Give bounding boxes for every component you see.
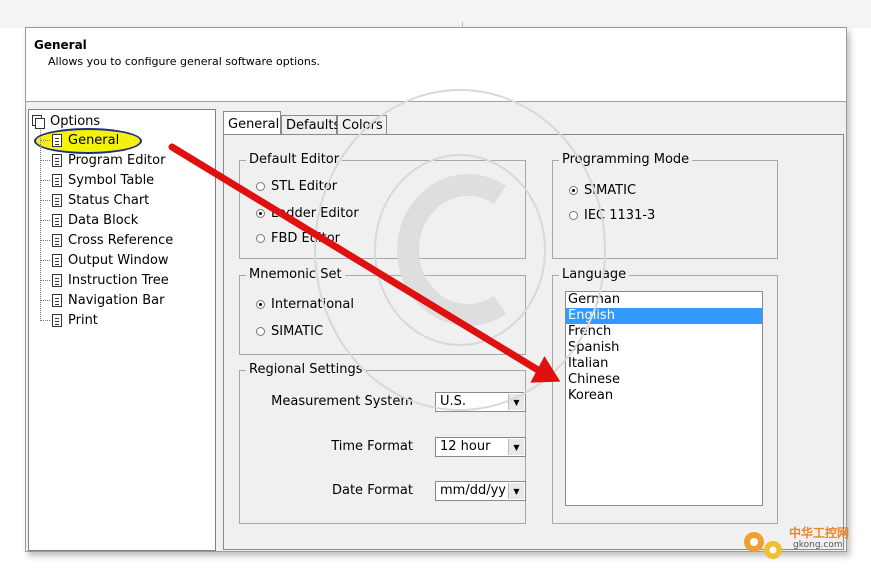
chevron-down-icon[interactable]: ▼	[508, 439, 524, 455]
radio-label: SIMATIC	[584, 183, 637, 198]
radio-label: International	[271, 297, 354, 312]
tree-item-label: Output Window	[68, 252, 169, 268]
tree-item-label: Symbol Table	[68, 172, 155, 188]
page-description: Allows you to configure general software…	[48, 55, 321, 68]
radio-indicator	[569, 211, 578, 220]
tree-root-label: Options	[50, 113, 101, 129]
time-format-select[interactable]: 12 hour ▼	[435, 437, 526, 457]
language-item-spanish[interactable]: Spanish	[566, 340, 762, 356]
tree-item-general[interactable]: General	[40, 131, 119, 149]
radio-label: FBD Editor	[271, 231, 341, 246]
select-value: 12 hour	[440, 439, 491, 454]
language-item-chinese[interactable]: Chinese	[566, 372, 762, 388]
language-group: Language German English French Spanish I…	[552, 267, 778, 524]
language-item-english[interactable]: English	[566, 308, 762, 324]
page-icon	[52, 273, 62, 287]
mnemonic-set-group: Mnemonic Set International SIMATIC	[239, 267, 526, 355]
radio-stl-editor[interactable]: STL Editor	[256, 179, 337, 194]
radio-international[interactable]: International	[256, 297, 354, 312]
radio-label: Ladder Editor	[271, 206, 359, 221]
radio-simatic-mode[interactable]: SIMATIC	[569, 183, 636, 198]
group-title: Programming Mode	[559, 152, 693, 167]
chevron-down-icon[interactable]: ▼	[508, 394, 524, 410]
page-title: General	[34, 38, 87, 52]
page-icon	[52, 313, 62, 327]
select-value: U.S.	[440, 394, 467, 409]
select-value: mm/dd/yy	[440, 483, 506, 498]
regional-settings-group: Regional Settings Measurement System U.S…	[239, 362, 526, 524]
group-title: Language	[559, 267, 630, 282]
language-listbox[interactable]: German English French Spanish Italian Ch…	[565, 291, 763, 506]
options-folder-icon	[32, 114, 46, 129]
radio-indicator	[256, 182, 265, 191]
dialog-header: General Allows you to configure general …	[26, 28, 846, 102]
language-item-korean[interactable]: Korean	[566, 388, 762, 404]
tree-item-label: General	[68, 132, 120, 148]
group-title: Mnemonic Set	[246, 267, 345, 282]
measurement-system-label: Measurement System	[271, 394, 413, 409]
tree-item-label: Navigation Bar	[68, 292, 165, 308]
options-dialog: General Allows you to configure general …	[25, 27, 847, 552]
radio-indicator	[256, 327, 265, 336]
programming-mode-group: Programming Mode SIMATIC IEC 1131-3	[552, 152, 778, 259]
group-title: Regional Settings	[246, 362, 366, 377]
page-icon	[52, 173, 62, 187]
radio-label: STL Editor	[271, 179, 338, 194]
page-icon	[52, 193, 62, 207]
tree-item-program-editor[interactable]: Program Editor	[40, 151, 165, 169]
radio-simatic-mnemonic[interactable]: SIMATIC	[256, 324, 323, 339]
radio-iec-mode[interactable]: IEC 1131-3	[569, 208, 655, 223]
tree-item-label: Instruction Tree	[68, 272, 169, 288]
tree-item-print[interactable]: Print	[40, 311, 98, 329]
tree-item-symbol-table[interactable]: Symbol Table	[40, 171, 154, 189]
radio-indicator	[569, 186, 578, 195]
page-icon	[52, 253, 62, 267]
page-icon	[52, 213, 62, 227]
page-icon	[52, 133, 62, 147]
tree-item-navigation-bar[interactable]: Navigation Bar	[40, 291, 164, 309]
page-icon	[52, 153, 62, 167]
default-editor-group: Default Editor STL Editor Ladder Editor …	[239, 152, 526, 259]
tree-item-label: Data Block	[68, 212, 139, 228]
radio-label: SIMATIC	[271, 324, 324, 339]
language-item-french[interactable]: French	[566, 324, 762, 340]
radio-ladder-editor[interactable]: Ladder Editor	[256, 206, 359, 221]
site-logo: 中华工控网 gkong.com	[737, 520, 867, 570]
tree-item-label: Status Chart	[68, 192, 150, 208]
top-strip	[0, 0, 871, 29]
page-icon	[52, 293, 62, 307]
tab-panel-general: Default Editor STL Editor Ladder Editor …	[223, 134, 844, 550]
gear-icon	[744, 532, 782, 559]
tab-defaults[interactable]: Defaults	[281, 115, 340, 135]
tree-root-options[interactable]: Options	[32, 112, 100, 130]
date-format-label: Date Format	[331, 483, 413, 498]
language-item-italian[interactable]: Italian	[566, 356, 762, 372]
tree-item-data-block[interactable]: Data Block	[40, 211, 138, 229]
radio-indicator	[256, 209, 265, 218]
radio-label: IEC 1131-3	[584, 208, 656, 223]
group-title: Default Editor	[246, 152, 343, 167]
radio-indicator	[256, 300, 265, 309]
radio-indicator	[256, 234, 265, 243]
logo-text: 中华工控网	[789, 526, 850, 540]
measurement-system-select[interactable]: U.S. ▼	[435, 392, 526, 412]
tree-item-label: Print	[68, 312, 98, 328]
tree-item-label: Cross Reference	[68, 232, 174, 248]
tab-general[interactable]: General	[223, 111, 281, 136]
time-format-label: Time Format	[331, 439, 413, 454]
radio-fbd-editor[interactable]: FBD Editor	[256, 231, 340, 246]
tree-item-output-window[interactable]: Output Window	[40, 251, 169, 269]
tree-item-label: Program Editor	[68, 152, 166, 168]
tree-item-status-chart[interactable]: Status Chart	[40, 191, 149, 209]
logo-url: gkong.com	[793, 540, 843, 550]
chevron-down-icon[interactable]: ▼	[508, 483, 524, 499]
date-format-select[interactable]: mm/dd/yy ▼	[435, 481, 526, 501]
tree-item-cross-reference[interactable]: Cross Reference	[40, 231, 173, 249]
options-tree[interactable]: Options General Program Editor Symbol Ta…	[28, 109, 216, 551]
language-item-german[interactable]: German	[566, 292, 762, 308]
tab-colors[interactable]: Colors	[337, 115, 387, 135]
page-icon	[52, 233, 62, 247]
tree-item-instruction-tree[interactable]: Instruction Tree	[40, 271, 169, 289]
